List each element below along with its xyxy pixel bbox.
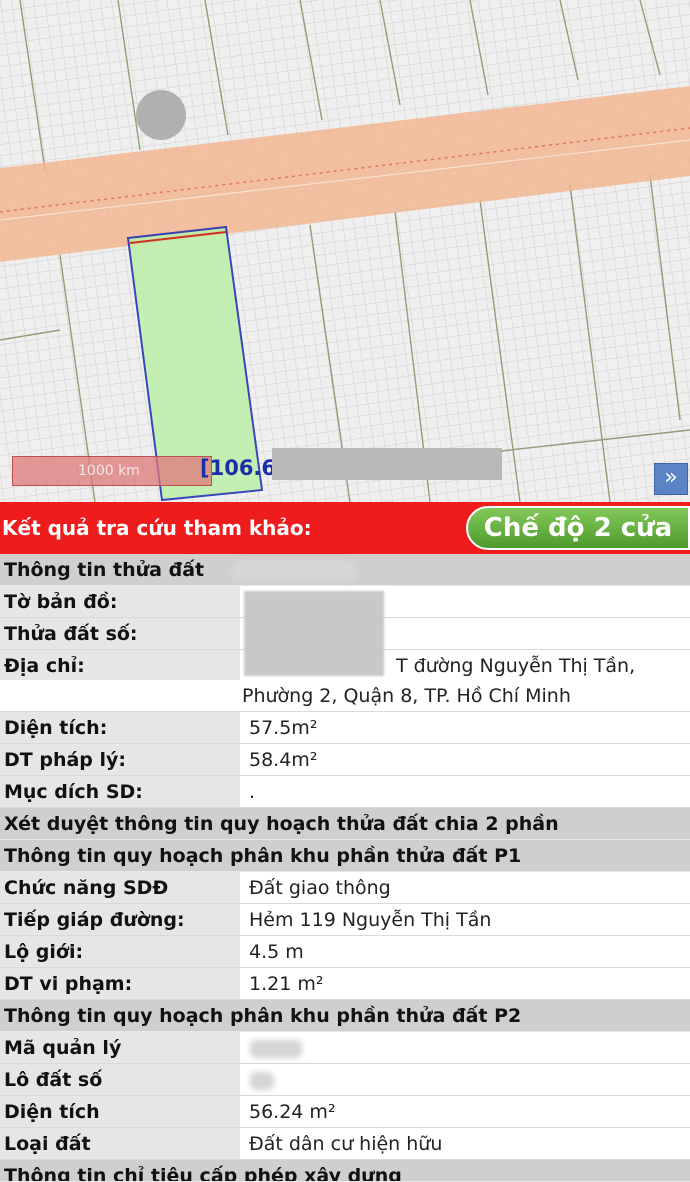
address-line2: Phường 2, Quận 8, TP. Hồ Chí Minh — [0, 680, 690, 711]
adjacent-value: Hẻm 119 Nguyễn Thị Tần — [242, 904, 690, 935]
legal-area-label: DT pháp lý: — [0, 744, 240, 775]
review-header: Xét duyệt thông tin quy hoạch thửa đất c… — [0, 808, 690, 840]
mgmt-code-redacted — [250, 1040, 302, 1058]
area-label: Diện tích: — [0, 712, 240, 743]
function-value: Đất giao thông — [242, 872, 690, 903]
coordinate-readout: [106.6 — [200, 456, 277, 480]
mgmt-code-label: Mã quản lý — [0, 1032, 240, 1063]
row-legal-area: DT pháp lý: 58.4m² — [0, 744, 690, 776]
land-type-label: Loại đất — [0, 1128, 240, 1159]
result-bar: Kết quả tra cứu tham khảo: Chế độ 2 cửa — [0, 502, 690, 554]
violation-label: DT vi phạm: — [0, 968, 240, 999]
map-canvas[interactable] — [0, 0, 690, 502]
result-title: Kết quả tra cứu tham khảo: — [2, 516, 312, 540]
lot-no-value — [242, 1064, 690, 1095]
map-view[interactable]: 1000 km [106.6 » — [0, 0, 690, 502]
parcel-info-header-label: Thông tin thửa đất — [4, 559, 205, 581]
expand-panel-button[interactable]: » — [654, 463, 688, 495]
area-value: 57.5m² — [242, 712, 690, 743]
parcel-id-redacted — [232, 560, 357, 582]
row-purpose: Mục dích SD: . — [0, 776, 690, 808]
address-label: Địa chỉ: — [0, 650, 240, 680]
location-marker[interactable] — [136, 90, 186, 140]
address-line1: T đường Nguyễn Thị Tần, — [390, 650, 690, 681]
violation-value: 1.21 m² — [242, 968, 690, 999]
p2-header: Thông tin quy hoạch phân khu phần thửa đ… — [0, 1000, 690, 1032]
two-door-mode-button[interactable]: Chế độ 2 cửa — [466, 506, 690, 550]
land-type-value: Đất dân cư hiện hữu — [242, 1128, 690, 1159]
legal-area-value: 58.4m² — [242, 744, 690, 775]
row-lot-no: Lô đất số — [0, 1064, 690, 1096]
adjacent-label: Tiếp giáp đường: — [0, 904, 240, 935]
map-sheet-label: Tờ bản đồ: — [0, 586, 240, 617]
row-address-cont: Phường 2, Quận 8, TP. Hồ Chí Minh — [0, 680, 690, 712]
row-land-type: Loại đất Đất dân cư hiện hữu — [0, 1128, 690, 1160]
row-violation: DT vi phạm: 1.21 m² — [0, 968, 690, 1000]
permit-header: Thông tin chỉ tiêu cấp phép xây dựng — [0, 1160, 690, 1182]
boundary-value: 4.5 m — [242, 936, 690, 967]
row-area: Diện tích: 57.5m² — [0, 712, 690, 744]
parcel-no-label: Thửa đất số: — [0, 618, 240, 649]
address-redacted — [244, 591, 384, 676]
area2-label: Diện tích — [0, 1096, 240, 1127]
p1-header: Thông tin quy hoạch phân khu phần thửa đ… — [0, 840, 690, 872]
row-function: Chức năng SDĐ Đất giao thông — [0, 872, 690, 904]
row-boundary: Lộ giới: 4.5 m — [0, 936, 690, 968]
row-adjacent: Tiếp giáp đường: Hẻm 119 Nguyễn Thị Tần — [0, 904, 690, 936]
boundary-label: Lộ giới: — [0, 936, 240, 967]
row-area2: Diện tích 56.24 m² — [0, 1096, 690, 1128]
area2-value: 56.24 m² — [242, 1096, 690, 1127]
row-mgmt-code: Mã quản lý — [0, 1032, 690, 1064]
scale-label: 1000 km — [78, 463, 140, 479]
mgmt-code-value — [242, 1032, 690, 1063]
lot-no-redacted — [250, 1072, 274, 1090]
purpose-label: Mục dích SD: — [0, 776, 240, 807]
purpose-value: . — [242, 776, 690, 807]
function-label: Chức năng SDĐ — [0, 872, 240, 903]
lot-no-label: Lô đất số — [0, 1064, 240, 1095]
coordinate-redacted — [272, 448, 502, 480]
